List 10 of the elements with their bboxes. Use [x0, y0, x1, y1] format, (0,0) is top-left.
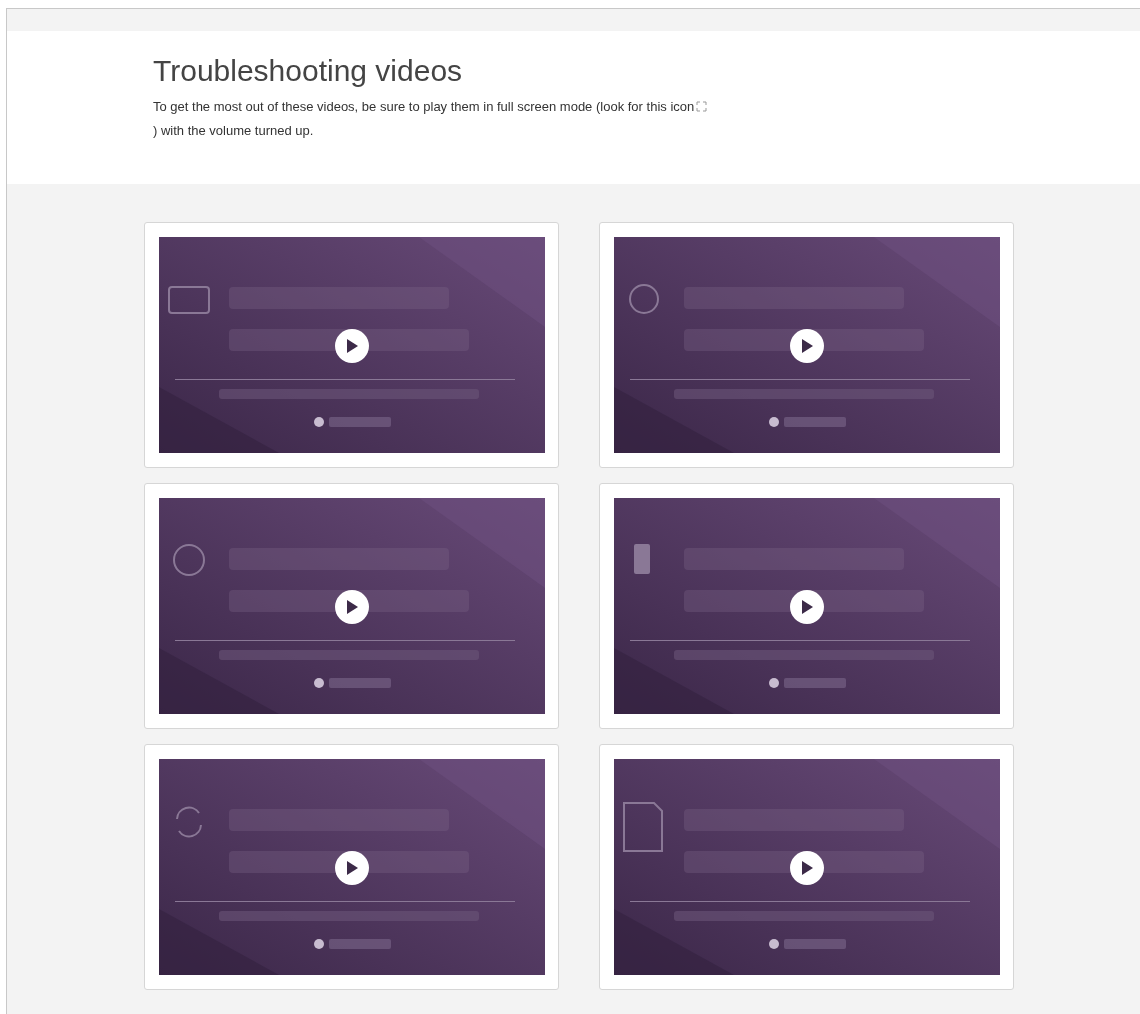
intro-text: ) with the volume turned up.	[153, 123, 314, 138]
play-icon	[345, 599, 359, 615]
fullscreen-icon	[696, 101, 708, 112]
play-icon	[345, 338, 359, 354]
play-icon	[800, 599, 814, 615]
play-icon	[800, 338, 814, 354]
play-icon	[345, 860, 359, 876]
play-icon	[800, 860, 814, 876]
page-title: Troubleshooting videos	[153, 53, 463, 89]
intro-text: To get the most out of these videos, be sure to play them in full screen mode (look for this icon	[153, 99, 695, 114]
